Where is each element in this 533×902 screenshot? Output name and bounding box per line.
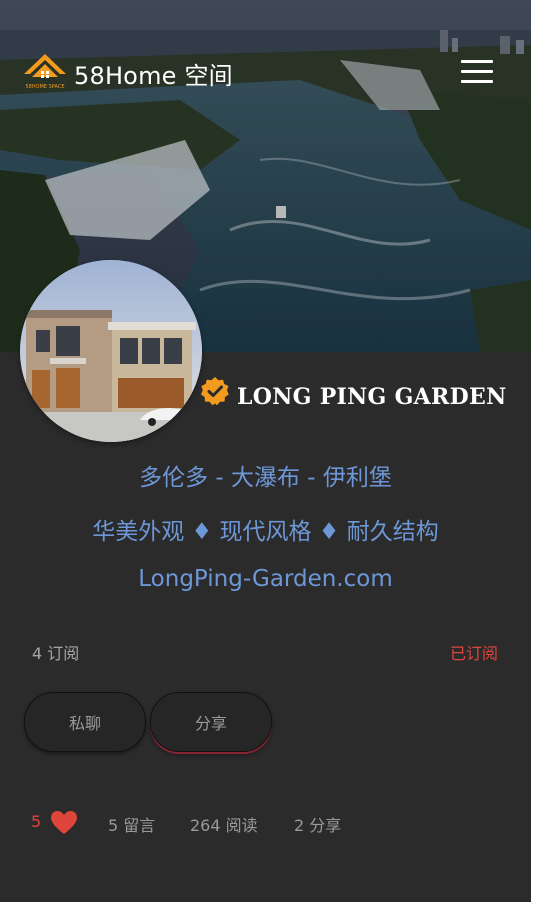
profile-name: LONG PING GARDEN — [237, 384, 507, 410]
brand-name[interactable]: 58Home 空间 — [74, 56, 233, 91]
location-text: 多伦多 - 大瀑布 - 伊利堡 — [139, 465, 392, 491]
subscribed-button[interactable]: 已订阅 — [450, 640, 498, 664]
app-screen: 58HOME SPACE 58Home 空间 LONG PING GARDEN … — [0, 0, 531, 902]
comment-count[interactable]: 5 留言 — [108, 812, 155, 836]
verified-badge-icon — [201, 377, 229, 406]
subscriber-count: 4 订阅 — [32, 644, 80, 663]
house-avatar-image — [20, 260, 202, 442]
website-link[interactable]: LongPing-Garden.com — [0, 566, 531, 592]
home-logo-icon[interactable]: 58HOME SPACE — [22, 52, 68, 92]
heart-icon[interactable] — [50, 810, 78, 836]
read-count: 264 阅读 — [190, 816, 258, 835]
top-bar: 58HOME SPACE 58Home 空间 — [0, 0, 531, 90]
profile-avatar[interactable] — [20, 260, 202, 442]
private-chat-button[interactable]: 私聊 — [24, 692, 146, 752]
share-count: 2 分享 — [294, 816, 342, 835]
logo-text: 58HOME SPACE — [26, 84, 65, 90]
share-button[interactable]: 分享 — [150, 692, 272, 752]
like-count: 5 — [31, 812, 42, 831]
features-text: 华美外观 ♦ 现代风格 ♦ 耐久结构 — [92, 519, 439, 545]
stats-bar: 5 5 留言 264 阅读 2 分享 — [0, 810, 531, 836]
hamburger-menu-icon[interactable] — [461, 60, 493, 84]
